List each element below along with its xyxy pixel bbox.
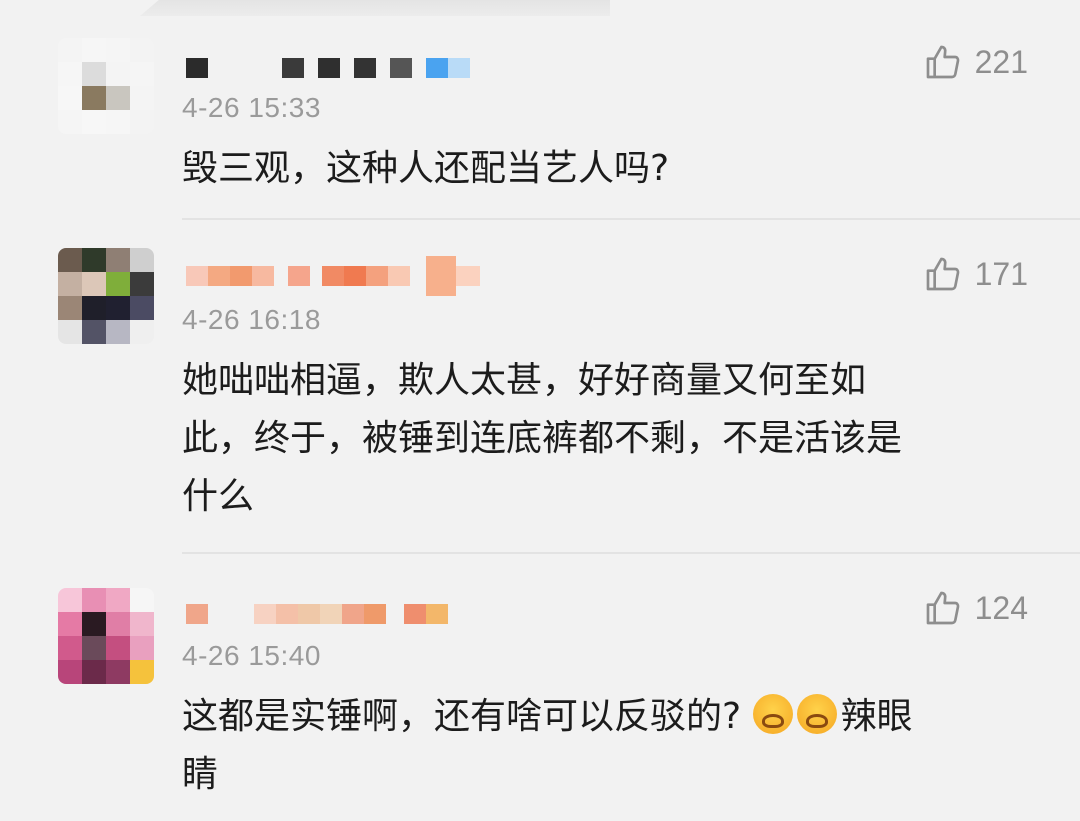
like-button[interactable]: 221 (923, 42, 1028, 82)
comment-time: 4-26 16:18 (182, 304, 321, 335)
avatar[interactable] (58, 588, 154, 684)
comment-text-line: 此，终于，被锤到连底裤都不剩，不是活该是 (182, 418, 903, 459)
top-shade (140, 0, 610, 16)
username-blurred[interactable] (186, 256, 480, 296)
divider (182, 218, 1080, 220)
avatar[interactable] (58, 248, 154, 344)
hot-eyes-emoji-icon (796, 694, 837, 734)
comment-text: 毁三观，这种人还配当艺人吗? (182, 148, 670, 189)
divider (182, 552, 1080, 554)
comment-text: 这都是实锤啊，还有啥可以反驳的? 辣眼 睛 (182, 688, 1032, 804)
like-count: 221 (974, 43, 1028, 80)
hot-eyes-emoji-icon (752, 694, 793, 734)
thumbs-up-icon (926, 591, 959, 625)
like-count: 124 (974, 589, 1028, 626)
thumbs-up-icon (926, 257, 959, 291)
username-blurred[interactable] (186, 50, 470, 86)
comment-text: 她咄咄相逼，欺人太甚，好好商量又何至如 此，终于，被锤到连底裤都不剩，不是活该是… (182, 352, 1032, 526)
comment-time: 4-26 15:33 (182, 92, 321, 123)
like-count: 171 (974, 255, 1028, 292)
comment-text-line: 睛 (182, 754, 219, 795)
avatar[interactable] (58, 38, 154, 134)
comment-text-segment: 这都是实锤啊，还有啥可以反驳的? (182, 696, 742, 737)
username-blurred[interactable] (186, 596, 448, 632)
comment-text-line: 她咄咄相逼，欺人太甚，好好商量又何至如 (182, 360, 867, 401)
like-button[interactable]: 124 (923, 588, 1028, 628)
comment-text-segment: 辣眼 (840, 696, 913, 737)
like-button[interactable]: 171 (923, 254, 1028, 294)
comment-text-line: 什么 (182, 476, 255, 517)
thumbs-up-icon (926, 45, 959, 79)
comment-time: 4-26 15:40 (182, 640, 321, 671)
